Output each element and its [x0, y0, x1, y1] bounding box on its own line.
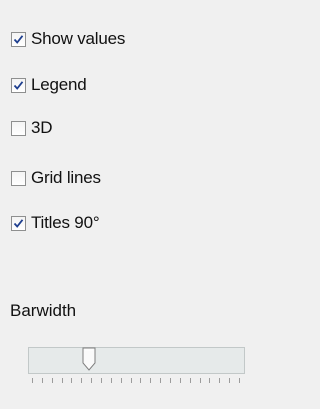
- titles-90-checkbox[interactable]: Titles 90°: [11, 212, 100, 234]
- slider-tick: [71, 378, 73, 383]
- slider-tick: [179, 378, 181, 383]
- checkbox-unchecked-icon: [11, 120, 26, 136]
- slider-tick: [32, 378, 33, 383]
- slider-track[interactable]: [28, 347, 245, 374]
- slider-tick: [91, 378, 93, 383]
- slider-tick: [209, 378, 211, 383]
- slider-tick: [219, 378, 221, 383]
- 3d-label: 3D: [31, 118, 53, 137]
- slider-tick: [110, 378, 112, 383]
- checkbox-checked-icon: [11, 31, 26, 47]
- slider-ticks: [32, 378, 240, 386]
- checkbox-checked-icon: [11, 77, 26, 93]
- 3d-checkbox[interactable]: 3D: [11, 117, 53, 139]
- slider-tick: [120, 378, 122, 383]
- slider-thumb[interactable]: [82, 347, 96, 371]
- slider-tick: [189, 378, 191, 383]
- chart-options-panel: Show values Legend 3D Grid lines Titles …: [0, 0, 265, 409]
- checkbox-checked-icon: [11, 215, 26, 231]
- legend-checkbox[interactable]: Legend: [11, 74, 87, 96]
- slider-tick: [239, 378, 240, 383]
- slider-tick: [170, 378, 171, 383]
- titles-90-label: Titles 90°: [31, 213, 100, 232]
- barwidth-label: Barwidth: [10, 301, 77, 320]
- slider-tick: [61, 378, 63, 383]
- checkbox-unchecked-icon: [11, 170, 26, 186]
- slider-tick: [140, 378, 142, 383]
- slider-tick: [150, 378, 152, 383]
- show-values-checkbox[interactable]: Show values: [11, 28, 125, 50]
- slider-tick: [130, 378, 132, 383]
- slider-tick: [81, 378, 83, 383]
- slider-tick: [101, 378, 102, 383]
- slider-tick: [229, 378, 231, 383]
- show-values-label: Show values: [31, 29, 126, 48]
- slider-tick: [199, 378, 201, 383]
- slider-tick: [51, 378, 53, 383]
- grid-lines-checkbox[interactable]: Grid lines: [11, 167, 101, 189]
- barwidth-slider[interactable]: [28, 347, 245, 374]
- legend-label: Legend: [31, 75, 87, 94]
- slider-tick: [160, 378, 162, 383]
- slider-tick: [41, 378, 43, 383]
- grid-lines-label: Grid lines: [31, 168, 101, 187]
